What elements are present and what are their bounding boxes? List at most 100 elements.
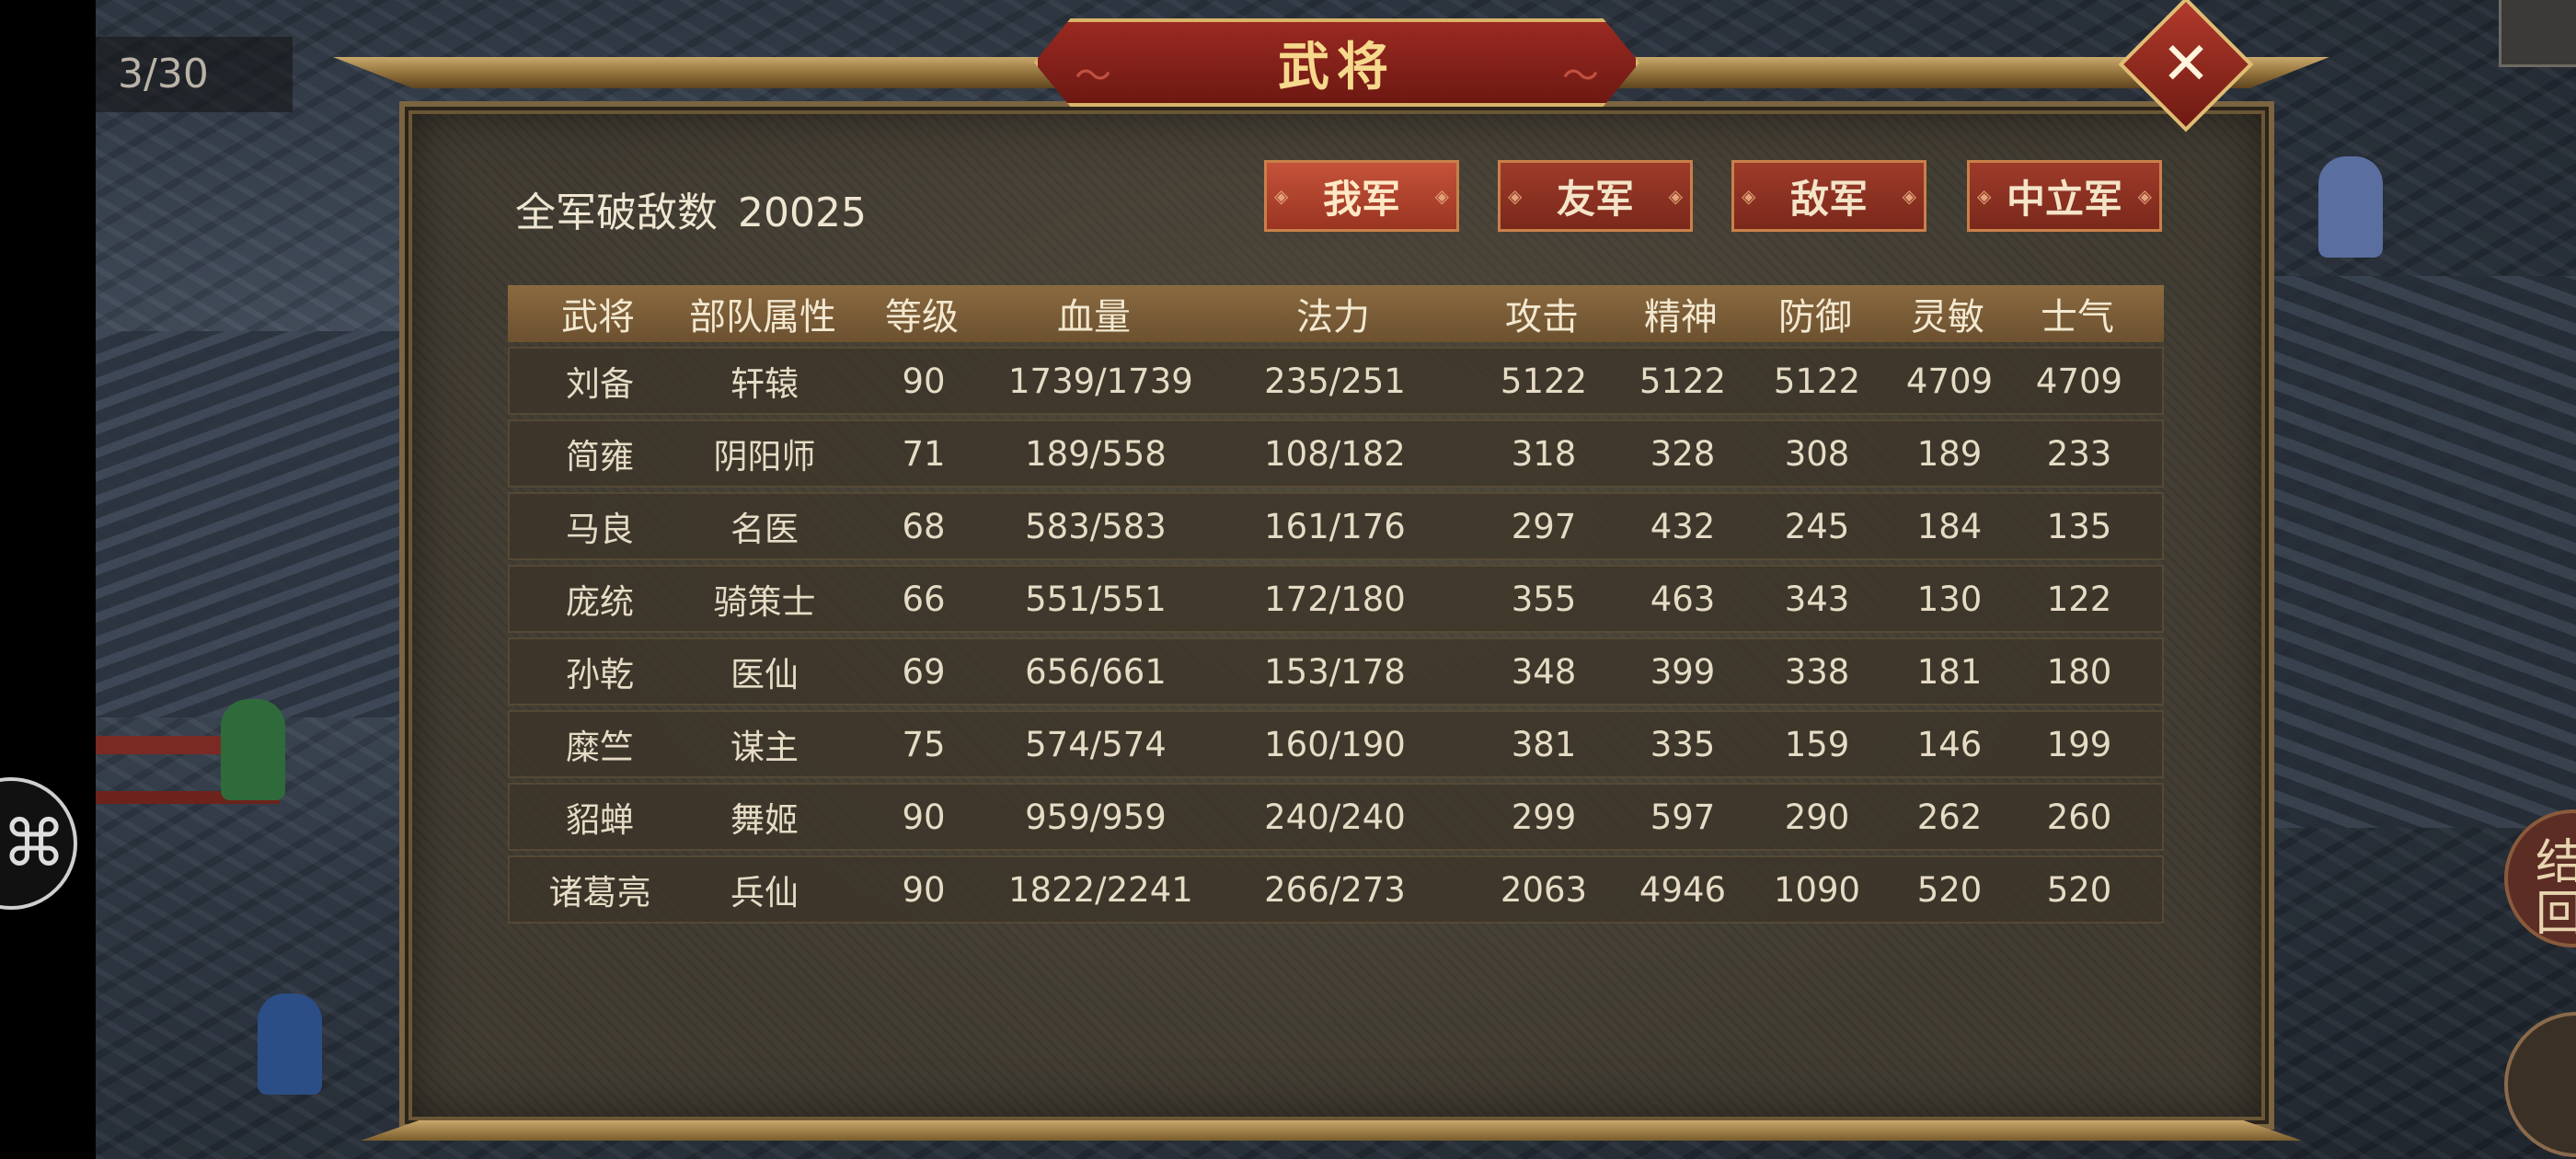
table-cell: 4946: [1639, 869, 1727, 910]
table-row[interactable]: 刘备 轩辕 90 1739/1739 235/251 5122 5122 5122 4709 47…: [508, 347, 2164, 415]
table-cell: 90: [902, 869, 946, 910]
table-cell: 130: [1916, 579, 1983, 619]
column-header: 部队属性: [689, 296, 836, 339]
ornament-icon: ◈: [2137, 185, 2152, 207]
table-cell: 583/583: [1025, 506, 1167, 546]
ornament-icon: ◈: [1508, 185, 1523, 207]
table-cell: 135: [2046, 506, 2112, 546]
table-cell: 355: [1511, 579, 1577, 619]
table-cell: 诸葛亮: [548, 873, 651, 912]
table-cell: 孙乾: [566, 655, 634, 694]
table-cell: 189: [1916, 433, 1983, 474]
total-kills-value: 20025: [738, 189, 867, 236]
ornament-icon: ◈: [1668, 185, 1683, 207]
table-cell: 75: [902, 724, 946, 764]
tab-enemy-army[interactable]: ◈ 敌军 ◈: [1731, 160, 1926, 232]
table-cell: 4709: [2035, 361, 2123, 401]
table-row[interactable]: 简雍 阴阳师 71 189/558 108/182 318 328 308 189 233: [508, 419, 2164, 488]
table-cell: 520: [1916, 869, 1983, 910]
table-row[interactable]: 庞统 骑策士 66 551/551 172/180 355 463 343 130 122: [508, 565, 2164, 633]
table-cell: 108/182: [1264, 433, 1406, 474]
table-cell: 463: [1650, 579, 1716, 619]
table-cell: 597: [1650, 797, 1716, 837]
table-cell: 328: [1650, 433, 1716, 474]
side-menu-button[interactable]: ⌘: [0, 777, 77, 910]
table-cell: 4709: [1905, 361, 1994, 401]
column-header: 士气: [2041, 296, 2114, 339]
top-right-button[interactable]: [2499, 0, 2576, 67]
table-cell: 181: [1916, 651, 1983, 692]
table-cell: 308: [1784, 433, 1850, 474]
table-cell: 266/273: [1264, 869, 1406, 910]
table-cell: 959/959: [1025, 797, 1167, 837]
table-cell: 轩辕: [730, 364, 799, 404]
cloud-ornament-icon: 〜: [1562, 55, 1599, 98]
table-cell: 66: [902, 579, 946, 619]
table-cell: 兵仙: [730, 873, 799, 912]
dialog-title: 武将: [1278, 37, 1396, 98]
table-cell: 名医: [730, 510, 799, 549]
unit-sprite[interactable]: [221, 699, 285, 800]
table-cell: 146: [1916, 724, 1983, 764]
table-cell: 160/190: [1264, 724, 1406, 764]
table-cell: 297: [1511, 506, 1577, 546]
table-cell: 马良: [566, 510, 634, 549]
column-header: 血量: [1057, 296, 1131, 339]
table-cell: 糜竺: [566, 728, 634, 767]
column-header: 防御: [1778, 296, 1852, 339]
table-cell: 262: [1916, 797, 1983, 837]
tab-our-army[interactable]: ◈ 我军 ◈: [1264, 160, 1459, 232]
table-cell: 153/178: [1264, 651, 1406, 692]
table-cell: 骑策士: [713, 582, 816, 622]
table-cell: 656/661: [1025, 651, 1167, 692]
table-cell: 159: [1784, 724, 1850, 764]
table-cell: 简雍: [566, 437, 634, 476]
table-cell: 71: [902, 433, 946, 474]
table-cell: 199: [2046, 724, 2112, 764]
column-header: 等级: [885, 296, 959, 339]
unit-sprite[interactable]: [2318, 156, 2383, 258]
table-cell: 245: [1784, 506, 1850, 546]
table-row[interactable]: 马良 名医 68 583/583 161/176 297 432 245 184 135: [508, 492, 2164, 560]
table-row[interactable]: 糜竺 谋主 75 574/574 160/190 381 335 159 146 199: [508, 710, 2164, 778]
table-cell: 348: [1511, 651, 1577, 692]
page-counter: 3/30: [96, 37, 293, 112]
table-cell: 233: [2046, 433, 2112, 474]
table-cell: 5122: [1773, 361, 1861, 401]
tab-neutral-army[interactable]: ◈ 中立军 ◈: [1967, 160, 2162, 232]
table-cell: 90: [902, 361, 946, 401]
table-cell: 235/251: [1264, 361, 1406, 401]
table-cell: 260: [2046, 797, 2112, 837]
total-kills-label: 全军破敌数: [515, 189, 718, 236]
table-cell: 343: [1784, 579, 1850, 619]
table-cell: 貂蝉: [566, 800, 634, 840]
table-cell: 69: [902, 651, 946, 692]
table-cell: 1739/1739: [1008, 361, 1193, 401]
table-cell: 290: [1784, 797, 1850, 837]
table-cell: 谋主: [730, 728, 799, 767]
table-cell: 68: [902, 506, 946, 546]
unit-sprite[interactable]: [258, 993, 322, 1095]
table-cell: 122: [2046, 579, 2112, 619]
table-row[interactable]: 诸葛亮 兵仙 90 1822/2241 266/273 2063 4946 1090 520 52…: [508, 855, 2164, 924]
table-body: 刘备 轩辕 90 1739/1739 235/251 5122 5122 5122 4709 47…: [508, 347, 2164, 924]
table-cell: 刘备: [566, 364, 634, 404]
table-cell: 舞姬: [730, 800, 799, 840]
table-cell: 189/558: [1025, 433, 1167, 474]
table-cell: 299: [1511, 797, 1577, 837]
column-header: 武将: [561, 296, 635, 339]
ornament-icon: ◈: [1434, 185, 1449, 207]
table-cell: 520: [2046, 869, 2112, 910]
tab-allied-army[interactable]: ◈ 友军 ◈: [1498, 160, 1693, 232]
table-cell: 338: [1784, 651, 1850, 692]
table-row[interactable]: 孙乾 医仙 69 656/661 153/178 348 399 338 181 180: [508, 637, 2164, 706]
generals-table: 武将 部队属性 等级 血量 法力 攻击 精神 防御 灵敏 士气 刘备 轩辕 90 17…: [508, 285, 2164, 924]
ornament-icon: ◈: [1902, 185, 1916, 207]
table-cell: 172/180: [1264, 579, 1406, 619]
table-cell: 庞统: [566, 582, 634, 622]
table-cell: 5122: [1500, 361, 1588, 401]
ornament-icon: ◈: [1274, 185, 1289, 207]
dialog-title-plate: 〜 武将 〜: [1034, 18, 1639, 107]
building-roof-left: [96, 331, 399, 717]
table-row[interactable]: 貂蝉 舞姬 90 959/959 240/240 299 597 290 262 260: [508, 783, 2164, 851]
